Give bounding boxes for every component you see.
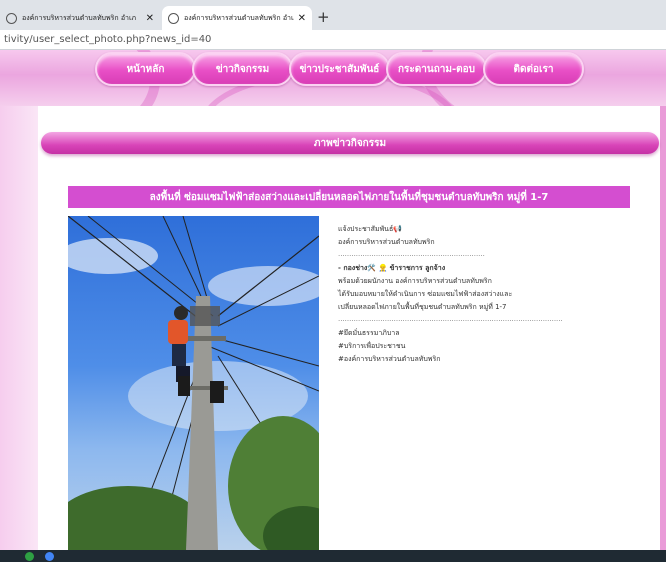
body-separator: ........................................… [338, 250, 485, 258]
left-page-gutter [0, 106, 38, 562]
body-line: พร้อมด้วยผนักงาน องค์การบริหารส่วนตำบลทั… [338, 277, 492, 285]
hashtag-line: #บริการเพื่อประชาชน [338, 342, 406, 350]
utility-pole-photo-illustration [68, 216, 319, 550]
news-title: ลงพื้นที่ ซ่อมแซมไฟฟ้าส่องสว่างและเปลี่ย… [149, 191, 549, 203]
news-photo[interactable] [68, 216, 319, 550]
tab-title: องค์การบริหารส่วนตำบลทับพริก อำเภ [184, 13, 294, 22]
close-tab-icon[interactable]: ✕ [298, 13, 306, 24]
browser-tab-strip: องค์การบริหารส่วนตำบลทับพริก อำเภ ✕ องค์… [0, 0, 666, 30]
site-favicon-icon [6, 12, 17, 24]
body-line: แจ้งประชาสัมพันธ์📢 [338, 225, 402, 233]
close-tab-icon[interactable]: ✕ [146, 13, 154, 24]
address-bar[interactable]: tivity/user_select_photo.php?news_id=40 [0, 30, 666, 50]
section-title: ภาพข่าวกิจกรรม [313, 137, 387, 149]
chrome-icon[interactable] [45, 552, 54, 561]
nav-contact-button[interactable]: ติดต่อเรา [483, 52, 584, 86]
hashtag-line: #องค์การบริหารส่วนตำบลทับพริก [338, 355, 441, 363]
body-separator: ........................................… [338, 315, 563, 323]
tab-title: องค์การบริหารส่วนตำบลทับพริก อำเภ [22, 13, 136, 22]
new-tab-button[interactable]: + [317, 8, 330, 26]
body-line: - กองช่าง🛠️ 👷‍♂️ ข้าราชการ ลูกจ้าง [338, 264, 446, 272]
os-taskbar [0, 550, 666, 562]
nav-qa-board-button[interactable]: กระดานถาม-ตอบ [386, 52, 487, 86]
right-page-gutter [660, 106, 666, 562]
news-title-bar: ลงพื้นที่ ซ่อมแซมไฟฟ้าส่องสว่างและเปลี่ย… [68, 186, 630, 208]
browser-tab[interactable]: องค์การบริหารส่วนตำบลทับพริก อำเภ ✕ [0, 6, 160, 30]
url-text: tivity/user_select_photo.php?news_id=40 [4, 34, 212, 45]
nav-pr-news-button[interactable]: ข่าวประชาสัมพันธ์ [289, 52, 390, 86]
news-body: แจ้งประชาสัมพันธ์📢 องค์การบริหารส่วนตำบล… [338, 224, 598, 367]
section-heading-bar: ภาพข่าวกิจกรรม [41, 132, 659, 154]
body-line: องค์การบริหารส่วนตำบลทับพริก [338, 238, 435, 246]
browser-tab-active[interactable]: องค์การบริหารส่วนตำบลทับพริก อำเภ ✕ [162, 6, 312, 30]
main-nav: หน้าหลัก ข่าวกิจกรรม ข่าวประชาสัมพันธ์ ก… [95, 52, 584, 86]
body-line: ได้รับมอบหมายให้ดำเนินการ ซ่อมแซมไฟฟ้าส่… [338, 290, 513, 298]
hashtag-line: #ยึดมั่นธรรมาภิบาล [338, 329, 400, 337]
body-line: เปลี่ยนหลอดไฟภายในพื้นที่ชุมชนตำบลทับพริ… [338, 303, 507, 311]
nav-activity-news-button[interactable]: ข่าวกิจกรรม [192, 52, 293, 86]
taskbar-app-icon[interactable] [25, 552, 34, 561]
nav-home-button[interactable]: หน้าหลัก [95, 52, 196, 86]
site-favicon-icon [168, 12, 179, 24]
